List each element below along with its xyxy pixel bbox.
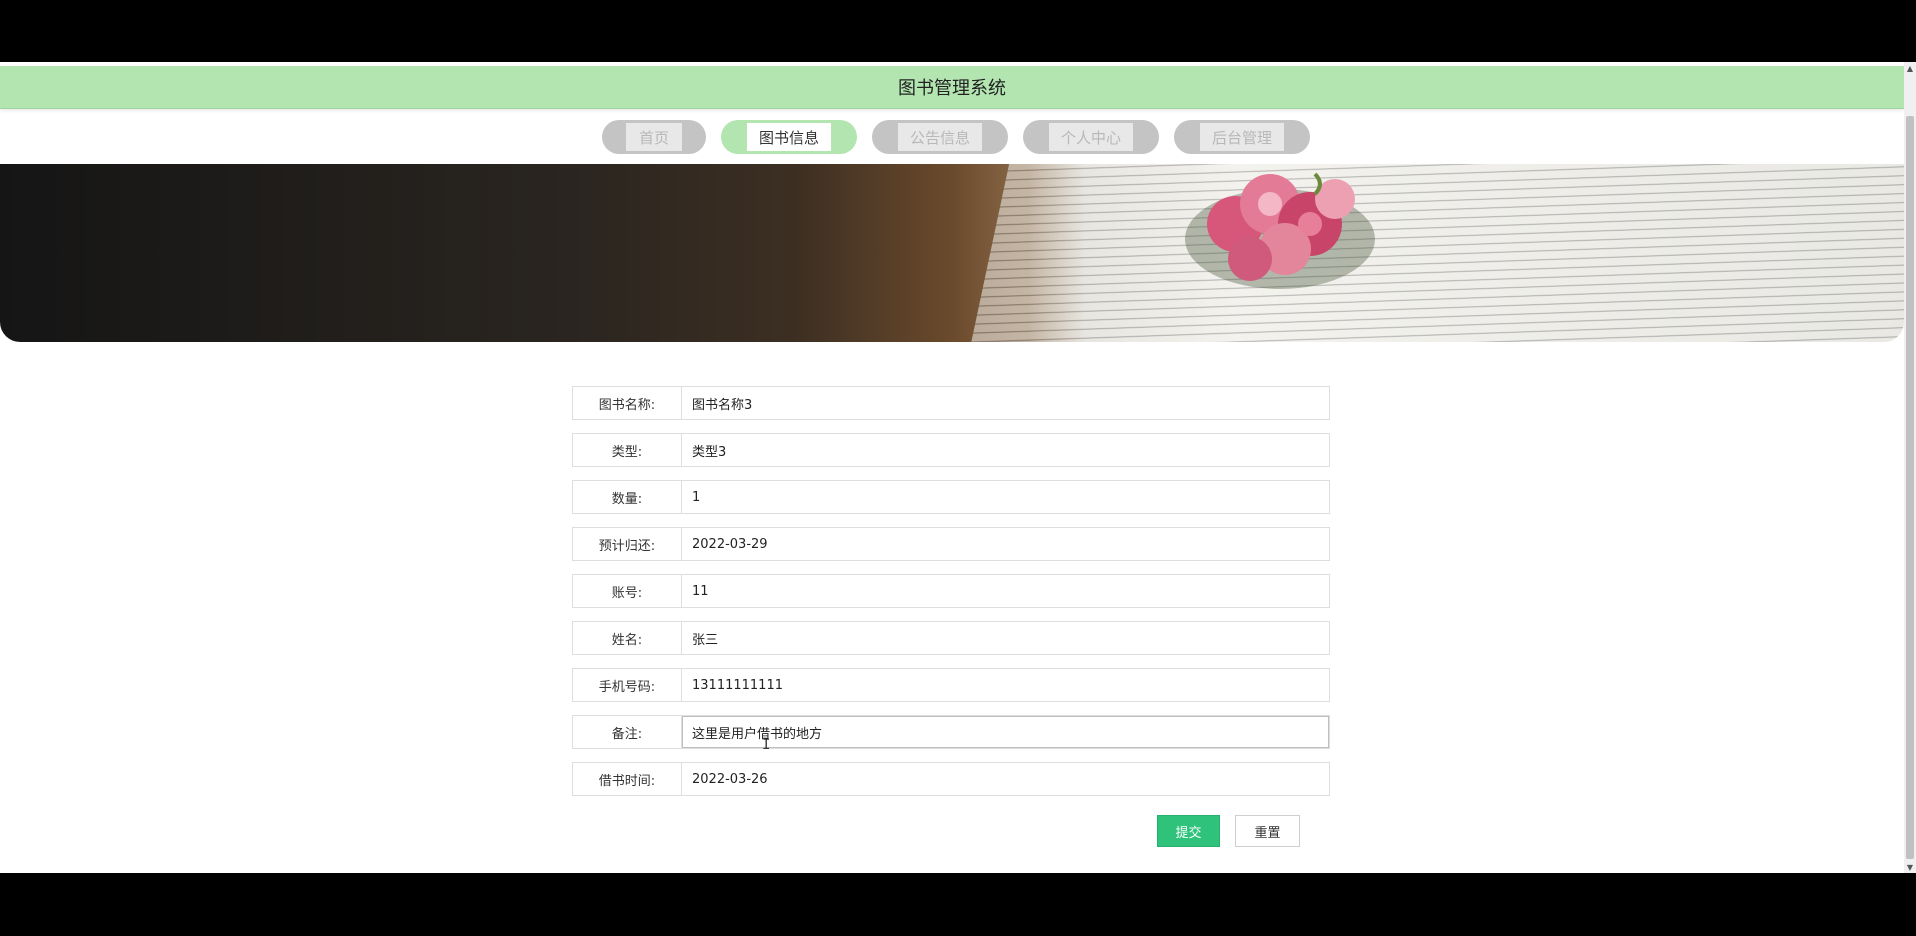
banner-image — [0, 164, 1904, 342]
field-label: 图书名称: — [573, 387, 682, 419]
field-label: 账号: — [573, 575, 682, 607]
quantity-input[interactable] — [682, 481, 1329, 513]
reset-button[interactable]: 重置 — [1235, 815, 1300, 847]
field-label: 数量: — [573, 481, 682, 513]
form-row-remark: 备注: — [572, 715, 1330, 749]
type-input[interactable] — [682, 434, 1329, 466]
remark-input[interactable] — [682, 716, 1329, 748]
page-title: 图书管理系统 — [898, 78, 1006, 99]
borrow-form: 图书名称: 类型: 数量: 预计归还: 账号: 姓名: 手机号码: 备注: — [572, 386, 1330, 809]
field-label: 预计归还: — [573, 528, 682, 560]
form-row-quantity: 数量: — [572, 480, 1330, 514]
nav-item-label: 图书信息 — [747, 123, 831, 151]
main-nav: 首页 图书信息 公告信息 个人中心 后台管理 — [602, 120, 1310, 154]
field-label: 手机号码: — [573, 669, 682, 701]
form-actions: 提交 重置 — [1157, 815, 1300, 847]
form-row-name: 姓名: — [572, 621, 1330, 655]
nav-item-personal-center[interactable]: 个人中心 — [1023, 120, 1159, 154]
submit-button[interactable]: 提交 — [1157, 815, 1220, 847]
nav-item-book-info[interactable]: 图书信息 — [721, 120, 857, 154]
form-row-type: 类型: — [572, 433, 1330, 467]
nav-item-notices[interactable]: 公告信息 — [872, 120, 1008, 154]
field-label: 类型: — [573, 434, 682, 466]
return-date-input[interactable] — [682, 528, 1329, 560]
nav-item-home[interactable]: 首页 — [602, 120, 706, 154]
nav-item-label: 公告信息 — [898, 123, 982, 151]
page-title-bar: 图书管理系统 — [0, 66, 1904, 109]
page-scrollbar[interactable]: ▲ ▼ — [1904, 62, 1916, 873]
form-row-borrow-date: 借书时间: — [572, 762, 1330, 796]
page: 图书管理系统 首页 图书信息 公告信息 个人中心 后台管理 图书名称: 图书名称… — [0, 62, 1904, 873]
form-row-book-name: 图书名称: — [572, 386, 1330, 420]
nav-item-admin[interactable]: 后台管理 — [1174, 120, 1310, 154]
flowers-image — [1185, 172, 1375, 289]
text-cursor-icon: Ι — [762, 737, 771, 753]
borrow-date-input[interactable] — [682, 763, 1329, 795]
scroll-down-icon[interactable]: ▼ — [1904, 861, 1916, 873]
nav-item-label: 个人中心 — [1049, 123, 1133, 151]
scroll-up-icon[interactable]: ▲ — [1904, 62, 1916, 74]
form-row-phone: 手机号码: — [572, 668, 1330, 702]
field-label: 备注: — [573, 716, 682, 748]
field-label: 借书时间: — [573, 763, 682, 795]
phone-input[interactable] — [682, 669, 1329, 701]
book-name-input[interactable] — [682, 387, 1329, 419]
name-input[interactable] — [682, 622, 1329, 654]
account-input[interactable] — [682, 575, 1329, 607]
form-row-account: 账号: — [572, 574, 1330, 608]
nav-item-label: 后台管理 — [1200, 123, 1284, 151]
form-row-return-date: 预计归还: — [572, 527, 1330, 561]
scrollbar-thumb[interactable] — [1906, 116, 1914, 859]
field-label: 姓名: — [573, 622, 682, 654]
nav-item-label: 首页 — [626, 123, 682, 151]
sheet-music-book — [968, 164, 1904, 342]
